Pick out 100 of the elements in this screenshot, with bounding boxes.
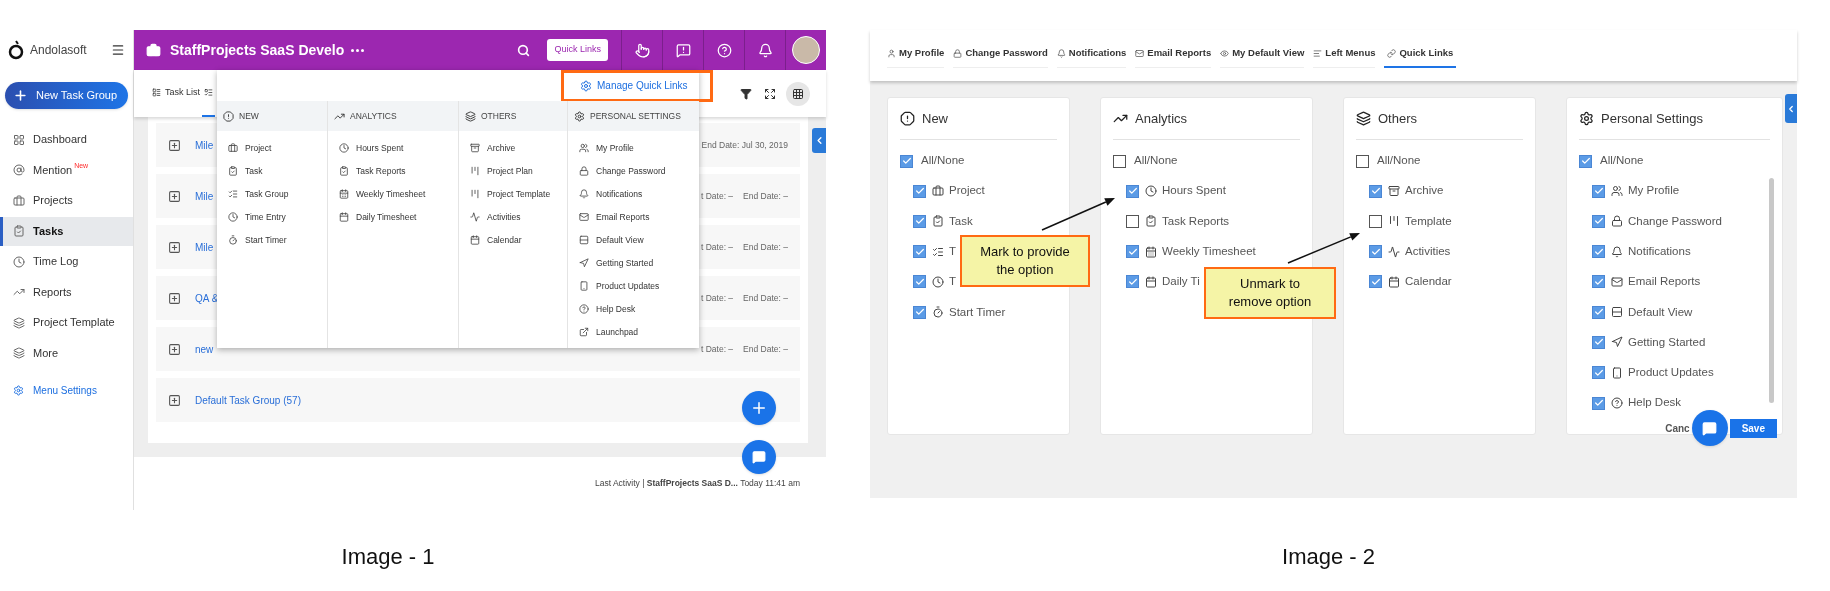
more-icon[interactable]: [351, 48, 365, 52]
quick-link-item[interactable]: Project Template: [459, 184, 567, 204]
checkbox[interactable]: [913, 184, 926, 198]
task-group-name[interactable]: new: [195, 341, 214, 357]
expand-icon[interactable]: [168, 393, 181, 407]
quick-link-item[interactable]: Task: [217, 161, 327, 181]
feedback-icon[interactable]: [675, 42, 691, 58]
expand-icon[interactable]: [168, 240, 181, 254]
collapse-tab[interactable]: [1785, 94, 1797, 123]
expand-icon[interactable]: [764, 87, 776, 100]
quick-link-item[interactable]: My Profile: [568, 138, 699, 158]
quick-link-item[interactable]: Help Desk: [568, 299, 699, 319]
quick-link-item[interactable]: Weekly Timesheet: [328, 184, 458, 204]
quick-link-option[interactable]: Hours Spent: [1126, 181, 1226, 201]
manage-quick-links-link[interactable]: Manage Quick Links: [580, 78, 688, 93]
quick-link-item[interactable]: Email Reports: [568, 207, 699, 227]
quick-link-option[interactable]: Daily Ti: [1126, 271, 1200, 292]
checkbox[interactable]: [1126, 275, 1139, 289]
checkbox[interactable]: [1113, 154, 1126, 168]
quick-link-item[interactable]: Getting Started: [568, 253, 699, 273]
task-group-row[interactable]: Default Task Group (57): [156, 378, 800, 422]
checkbox[interactable]: [1369, 245, 1382, 259]
quick-link-option[interactable]: My Profile: [1592, 181, 1680, 201]
quick-link-item[interactable]: Notifications: [568, 184, 699, 204]
collapse-tab[interactable]: [812, 128, 826, 153]
sidebar-item[interactable]: Tasks: [0, 216, 133, 246]
quick-link-option[interactable]: Task Reports: [1126, 211, 1230, 232]
quick-links-button[interactable]: Quick Links: [547, 39, 608, 61]
quick-link-option[interactable]: Project: [913, 181, 985, 201]
checkbox[interactable]: [1592, 305, 1605, 319]
quick-link-item[interactable]: Start Timer: [217, 230, 327, 250]
checkbox[interactable]: [1126, 214, 1139, 228]
sidebar-item[interactable]: Dashboard: [0, 125, 133, 154]
checkbox[interactable]: [1126, 245, 1139, 259]
quick-link-item[interactable]: Task Group: [217, 184, 327, 204]
quick-link-option[interactable]: Start Timer: [913, 302, 1006, 323]
expand-icon[interactable]: [168, 189, 181, 203]
checkbox[interactable]: [913, 245, 926, 259]
task-group-name[interactable]: Mile: [195, 188, 214, 204]
avatar[interactable]: [792, 36, 820, 64]
quick-link-option[interactable]: Activities: [1369, 241, 1451, 262]
checkbox[interactable]: [900, 154, 913, 168]
apps-button[interactable]: [786, 81, 810, 106]
settings-tab[interactable]: Notifications: [1056, 40, 1127, 68]
sidebar-item[interactable]: More: [0, 338, 133, 368]
quick-link-option[interactable]: Calendar: [1369, 271, 1452, 292]
quick-link-item[interactable]: Change Password: [568, 161, 699, 181]
checkbox[interactable]: [1592, 336, 1605, 349]
quick-link-item[interactable]: Default View: [568, 230, 699, 250]
checkbox[interactable]: [1592, 245, 1605, 259]
task-group-name[interactable]: Default Task Group (57): [195, 392, 301, 408]
expand-icon[interactable]: [168, 138, 181, 152]
quick-link-option[interactable]: Help Desk: [1592, 393, 1682, 414]
checkbox[interactable]: [913, 275, 926, 289]
expand-icon[interactable]: [168, 342, 181, 356]
all-none-option[interactable]: All/None: [1579, 151, 1770, 171]
quick-link-option[interactable]: T: [913, 241, 957, 262]
checkbox[interactable]: [1592, 184, 1605, 198]
checkbox[interactable]: [1356, 154, 1369, 168]
checkbox[interactable]: [913, 214, 926, 228]
checkbox[interactable]: [1592, 214, 1605, 228]
quick-link-option[interactable]: T: [913, 271, 957, 292]
settings-tab[interactable]: Left Menus: [1313, 40, 1376, 68]
quick-link-option[interactable]: Email Reports: [1592, 271, 1701, 292]
checkbox[interactable]: [1592, 396, 1605, 410]
cancel-button[interactable]: Canc: [1665, 420, 1690, 436]
checkbox[interactable]: [1369, 275, 1382, 289]
view-tab[interactable]: Task List: [150, 70, 202, 117]
checkbox[interactable]: [913, 305, 926, 319]
quick-link-item[interactable]: Project Plan: [459, 161, 567, 181]
settings-tab[interactable]: My Default View: [1220, 40, 1305, 68]
checkbox[interactable]: [1369, 214, 1382, 228]
settings-tab[interactable]: My Profile: [887, 40, 945, 68]
checkbox[interactable]: [1592, 366, 1605, 380]
bell-icon[interactable]: [757, 42, 773, 58]
pointer-icon[interactable]: [634, 42, 650, 58]
settings-tab[interactable]: Change Password: [953, 40, 1048, 68]
quick-link-item[interactable]: Project: [217, 138, 327, 158]
expand-icon[interactable]: [168, 291, 181, 305]
checkbox[interactable]: [1369, 184, 1382, 198]
quick-link-item[interactable]: Task Reports: [328, 161, 458, 181]
quick-link-option[interactable]: Default View: [1592, 302, 1693, 323]
help-icon[interactable]: [716, 42, 732, 58]
sidebar-item[interactable]: Time Log: [0, 247, 133, 276]
search-icon[interactable]: [517, 43, 531, 57]
quick-link-option[interactable]: Weekly Timesheet: [1126, 241, 1256, 262]
quick-link-item[interactable]: Activities: [459, 207, 567, 227]
new-task-group-button[interactable]: New Task Group: [5, 82, 128, 109]
quick-link-option[interactable]: Template: [1369, 211, 1452, 232]
filter-icon[interactable]: [740, 87, 752, 100]
quick-link-option[interactable]: Getting Started: [1592, 332, 1706, 353]
settings-tab[interactable]: Quick Links: [1384, 40, 1457, 68]
settings-tab[interactable]: Email Reports: [1135, 40, 1212, 68]
quick-link-item[interactable]: Hours Spent: [328, 138, 458, 158]
all-none-option[interactable]: All/None: [1356, 151, 1523, 171]
quick-link-option[interactable]: Change Password: [1592, 211, 1722, 232]
task-group-name[interactable]: Mile: [195, 137, 214, 153]
scrollbar[interactable]: [1769, 178, 1774, 403]
quick-link-item[interactable]: Archive: [459, 138, 567, 158]
sidebar-item[interactable]: Projects: [0, 186, 133, 215]
